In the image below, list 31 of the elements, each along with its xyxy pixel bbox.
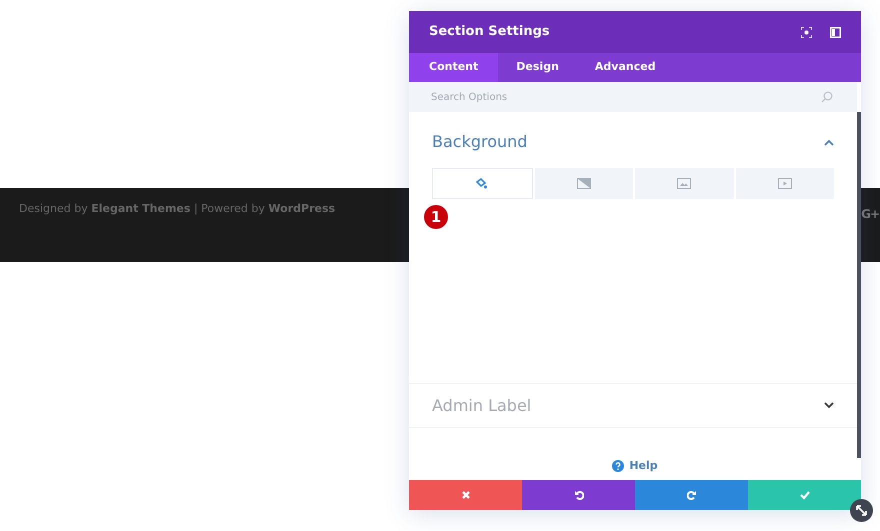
image-type-icon (677, 177, 692, 190)
fullscreen-icon[interactable] (801, 26, 812, 38)
undo-icon (574, 490, 584, 500)
section-title[interactable]: Background (432, 130, 528, 154)
social-icon-text[interactable]: G+ (861, 205, 879, 223)
redo-icon (686, 490, 696, 500)
undo-button[interactable] (522, 480, 635, 510)
chevron-icon[interactable] (824, 402, 834, 409)
section-title[interactable]: Admin Label (432, 394, 532, 418)
footer-credit: Designed by Elegant Themes | Powered by WordPress (19, 201, 336, 217)
tab[interactable]: Design (498, 53, 577, 82)
search-icon (821, 91, 833, 103)
scrollbar[interactable] (857, 112, 861, 458)
search-field[interactable]: Search Options (409, 82, 857, 112)
video-type-icon (778, 177, 792, 190)
close-icon (460, 490, 470, 500)
background-type-tab[interactable] (432, 168, 532, 199)
color-type-icon (475, 177, 490, 190)
background-type-tab[interactable] (736, 168, 834, 199)
sidebar-icon[interactable] (830, 26, 841, 38)
modal-title: Section Settings (429, 23, 551, 42)
gradient-type-icon (576, 177, 591, 190)
cancel-button[interactable] (409, 480, 522, 510)
background-type-tab[interactable] (635, 168, 734, 199)
help-icon (612, 460, 624, 472)
tab[interactable]: Content (409, 53, 498, 82)
check-icon (800, 490, 810, 500)
tab[interactable]: Advanced (576, 53, 674, 82)
background-type-tab[interactable] (534, 168, 633, 199)
resize-handle[interactable] (850, 499, 873, 522)
help-link[interactable]: Help (612, 458, 658, 474)
